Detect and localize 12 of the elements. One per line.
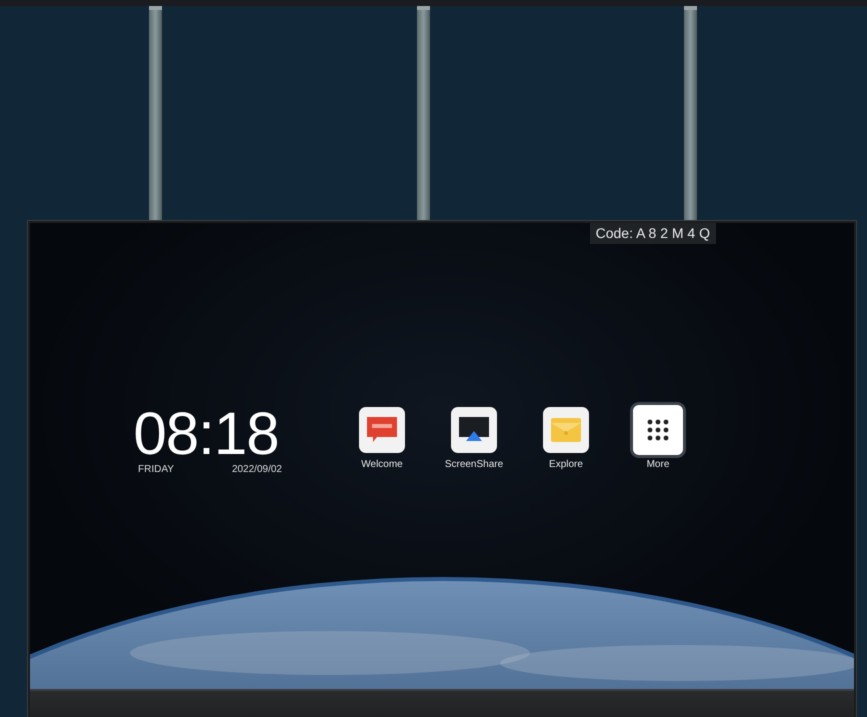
connection-code: Code: A 8 2 M 4 Q bbox=[590, 223, 716, 244]
date: 2022/09/02 bbox=[232, 464, 282, 475]
grid-dots-icon bbox=[647, 419, 669, 441]
app-label: Welcome bbox=[361, 459, 403, 470]
clock-time: 08:18 bbox=[132, 404, 279, 464]
app-label: ScreenShare bbox=[444, 459, 504, 470]
app-icon[interactable] bbox=[451, 407, 497, 453]
app-icon[interactable] bbox=[630, 402, 686, 458]
app-label: More bbox=[646, 459, 670, 470]
weekday: FRIDAY bbox=[138, 464, 174, 475]
folder-icon bbox=[549, 415, 583, 445]
app-label: Explore bbox=[549, 459, 583, 470]
